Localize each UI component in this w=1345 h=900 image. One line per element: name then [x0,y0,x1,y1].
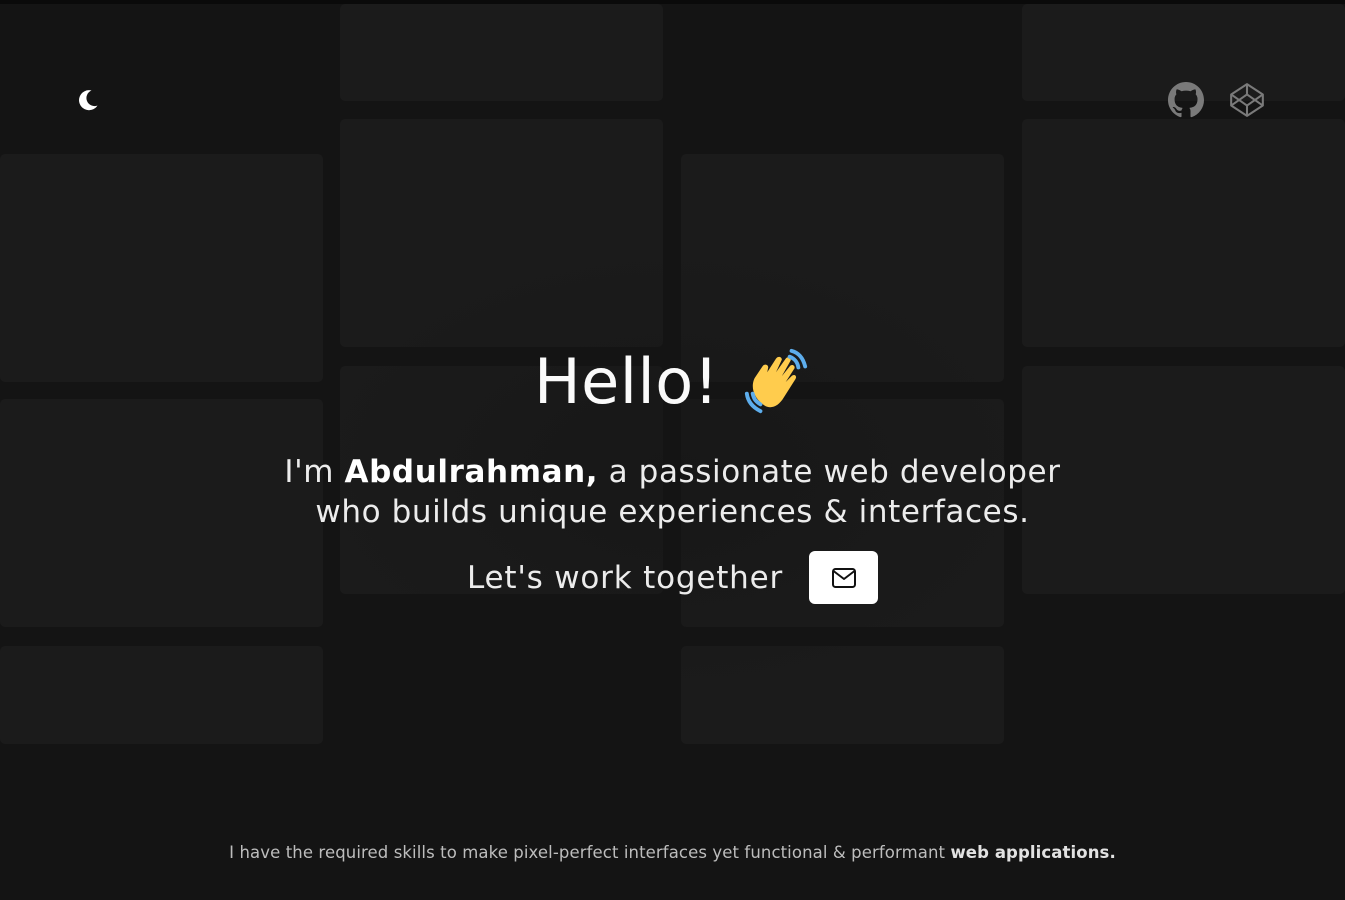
mail-icon [831,567,856,588]
moon-icon [79,90,98,111]
theme-toggle-button[interactable] [72,84,104,116]
cta-row: Let's work together [466,551,879,604]
intro-line1-suffix: a passionate web developer [598,454,1061,490]
intro-prefix: I'm [284,454,345,490]
email-button[interactable] [809,551,879,604]
footer-tagline: I have the required skills to make pixel… [0,843,1345,862]
cta-text: Let's work together [466,559,784,596]
codepen-icon [1230,83,1264,117]
greeting-text: Hello! [533,345,719,418]
github-icon [1168,82,1204,118]
greeting-heading: Hello! [534,340,811,424]
developer-name: Abdulrahman, [344,454,599,490]
codepen-link[interactable] [1227,80,1267,120]
footer-highlight: web applications. [950,843,1116,862]
waving-hand-icon [744,348,808,414]
footer-text: I have the required skills to make pixel… [229,843,951,862]
github-link[interactable] [1166,80,1206,120]
intro-text: I'm Abdulrahman, a passionate web develo… [0,452,1345,532]
hero-section: Hello! I'm Abdulrahman, a passionate web… [0,340,1345,604]
intro-line2: who builds unique experiences & interfac… [315,494,1030,530]
